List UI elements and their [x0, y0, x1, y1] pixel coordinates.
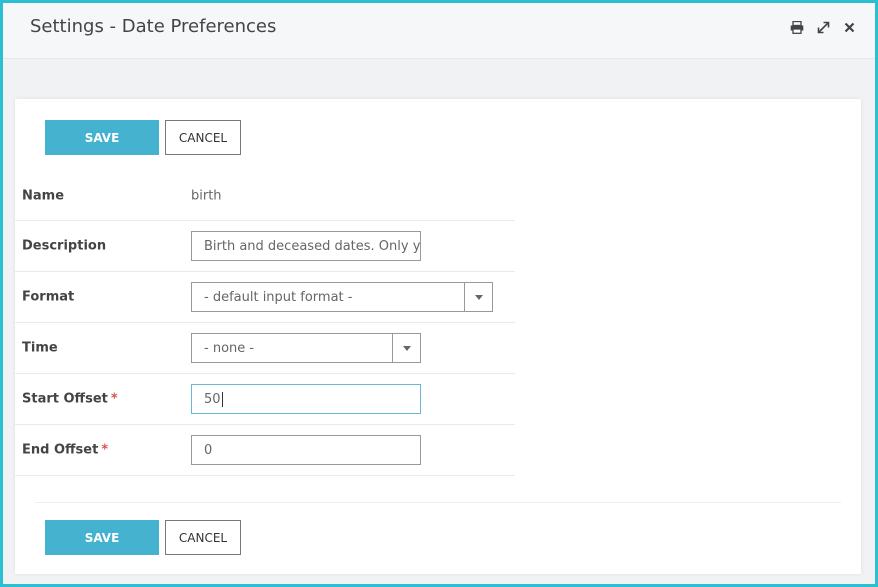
required-marker: *: [101, 442, 109, 458]
time-label: Time: [22, 340, 58, 356]
settings-panel: SAVE CANCEL Name birth Description Birth…: [15, 99, 861, 574]
cancel-button-top[interactable]: CANCEL: [165, 120, 241, 155]
start-offset-input-value: 50: [204, 391, 221, 407]
cancel-button-bottom[interactable]: CANCEL: [165, 520, 241, 555]
start-offset-row: Start Offset * 50: [15, 374, 515, 425]
print-icon[interactable]: [789, 19, 805, 35]
description-label: Description: [22, 238, 107, 254]
bottom-button-row: SAVE CANCEL: [45, 520, 241, 555]
description-input[interactable]: Birth and deceased dates. Only ye: [191, 231, 421, 261]
window-title: Settings - Date Preferences: [30, 16, 277, 37]
end-offset-row: End Offset * 0: [15, 425, 515, 476]
date-preferences-form: Name birth Description Birth and decease…: [15, 171, 515, 476]
expand-icon[interactable]: [815, 19, 831, 35]
window-controls: [789, 19, 857, 35]
text-cursor: [221, 391, 223, 407]
time-select-value: - none -: [204, 340, 255, 356]
chevron-down-icon[interactable]: [392, 334, 420, 362]
name-row: Name birth: [15, 171, 515, 221]
description-input-value: Birth and deceased dates. Only ye: [204, 238, 421, 254]
time-row: Time - none -: [15, 323, 515, 374]
start-offset-input[interactable]: 50: [191, 384, 421, 414]
format-label: Format: [22, 289, 75, 305]
divider: [35, 502, 841, 503]
format-select[interactable]: - default input format -: [191, 282, 493, 312]
name-value: birth: [191, 188, 222, 203]
title-bar: Settings - Date Preferences: [3, 3, 875, 59]
settings-window: Settings - Date Preferences SAVE CANCEL …: [0, 0, 878, 587]
save-button-bottom[interactable]: SAVE: [45, 520, 159, 555]
top-button-row: SAVE CANCEL: [45, 120, 241, 155]
start-offset-label: Start Offset *: [22, 391, 118, 407]
end-offset-label: End Offset *: [22, 442, 109, 458]
close-icon[interactable]: [841, 19, 857, 35]
format-row: Format - default input format -: [15, 272, 515, 323]
description-row: Description Birth and deceased dates. On…: [15, 221, 515, 272]
end-offset-input[interactable]: 0: [191, 435, 421, 465]
chevron-down-icon[interactable]: [464, 283, 492, 311]
end-offset-input-value: 0: [204, 442, 213, 458]
save-button-top[interactable]: SAVE: [45, 120, 159, 155]
time-select[interactable]: - none -: [191, 333, 421, 363]
format-select-value: - default input format -: [204, 289, 353, 305]
name-label: Name: [22, 188, 65, 203]
required-marker: *: [110, 391, 118, 407]
